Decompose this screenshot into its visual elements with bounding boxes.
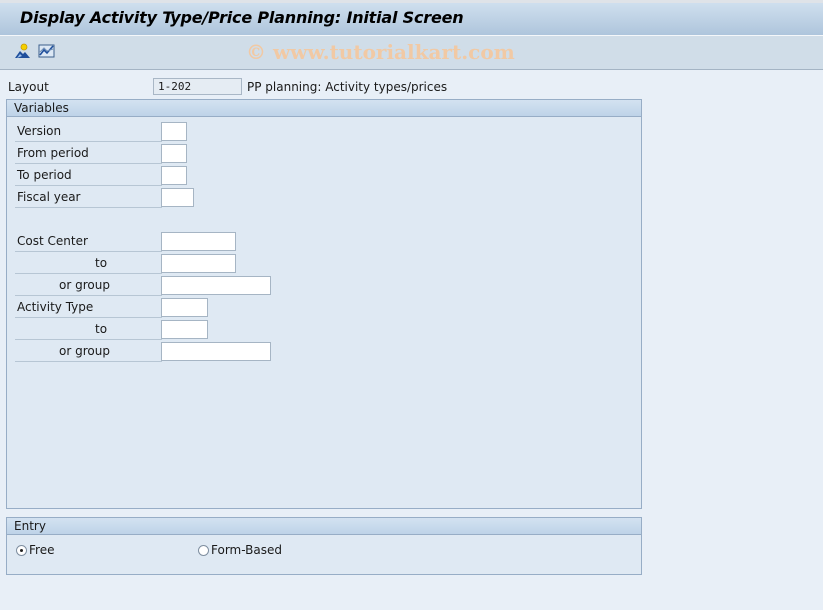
cost-center-to-label: to [15,253,162,274]
from-period-input[interactable] [161,144,187,163]
activity-type-label: Activity Type [15,297,162,318]
activity-type-from-input[interactable] [161,298,208,317]
fiscal-year-input[interactable] [161,188,194,207]
to-period-label: To period [15,165,162,186]
version-label: Version [15,121,162,142]
from-period-label: From period [15,143,162,164]
activity-type-group-input[interactable] [161,342,271,361]
layout-field[interactable]: 1-202 [153,78,242,95]
cost-center-group-input[interactable] [161,276,271,295]
activity-type-to-input[interactable] [161,320,208,339]
to-period-input[interactable] [161,166,187,185]
cost-center-group-label: or group [15,275,162,296]
personalize-icon[interactable] [14,43,32,59]
entry-form-based-label: Form-Based [211,543,282,557]
cost-center-label: Cost Center [15,231,162,252]
entry-group-title: Entry [7,518,641,535]
cost-center-from-input[interactable] [161,232,236,251]
radio-unselected-icon[interactable] [198,544,209,556]
entry-form-based-radio[interactable]: Form-Based [198,543,282,557]
layout-description: PP planning: Activity types/prices [247,80,448,94]
watermark: © www.tutorialkart.com [246,40,515,64]
cost-center-to-input[interactable] [161,254,236,273]
activity-type-group-label: or group [15,341,162,362]
radio-selected-icon[interactable] [16,544,27,556]
layout-label: Layout [8,80,49,94]
application-toolbar: © www.tutorialkart.com [0,36,823,70]
title-bar: Display Activity Type/Price Planning: In… [0,0,823,36]
fiscal-year-label: Fiscal year [15,187,162,208]
page-title: Display Activity Type/Price Planning: In… [20,8,464,27]
entry-free-radio[interactable]: Free [16,543,54,557]
entry-group: Entry Free Form-Based [6,517,642,575]
activity-type-to-label: to [15,319,162,340]
variables-group-title: Variables [7,100,641,117]
variables-group: Variables Version From period To period … [6,99,642,509]
version-input[interactable] [161,122,187,141]
entry-free-label: Free [29,543,55,557]
chart-icon[interactable] [38,43,56,59]
